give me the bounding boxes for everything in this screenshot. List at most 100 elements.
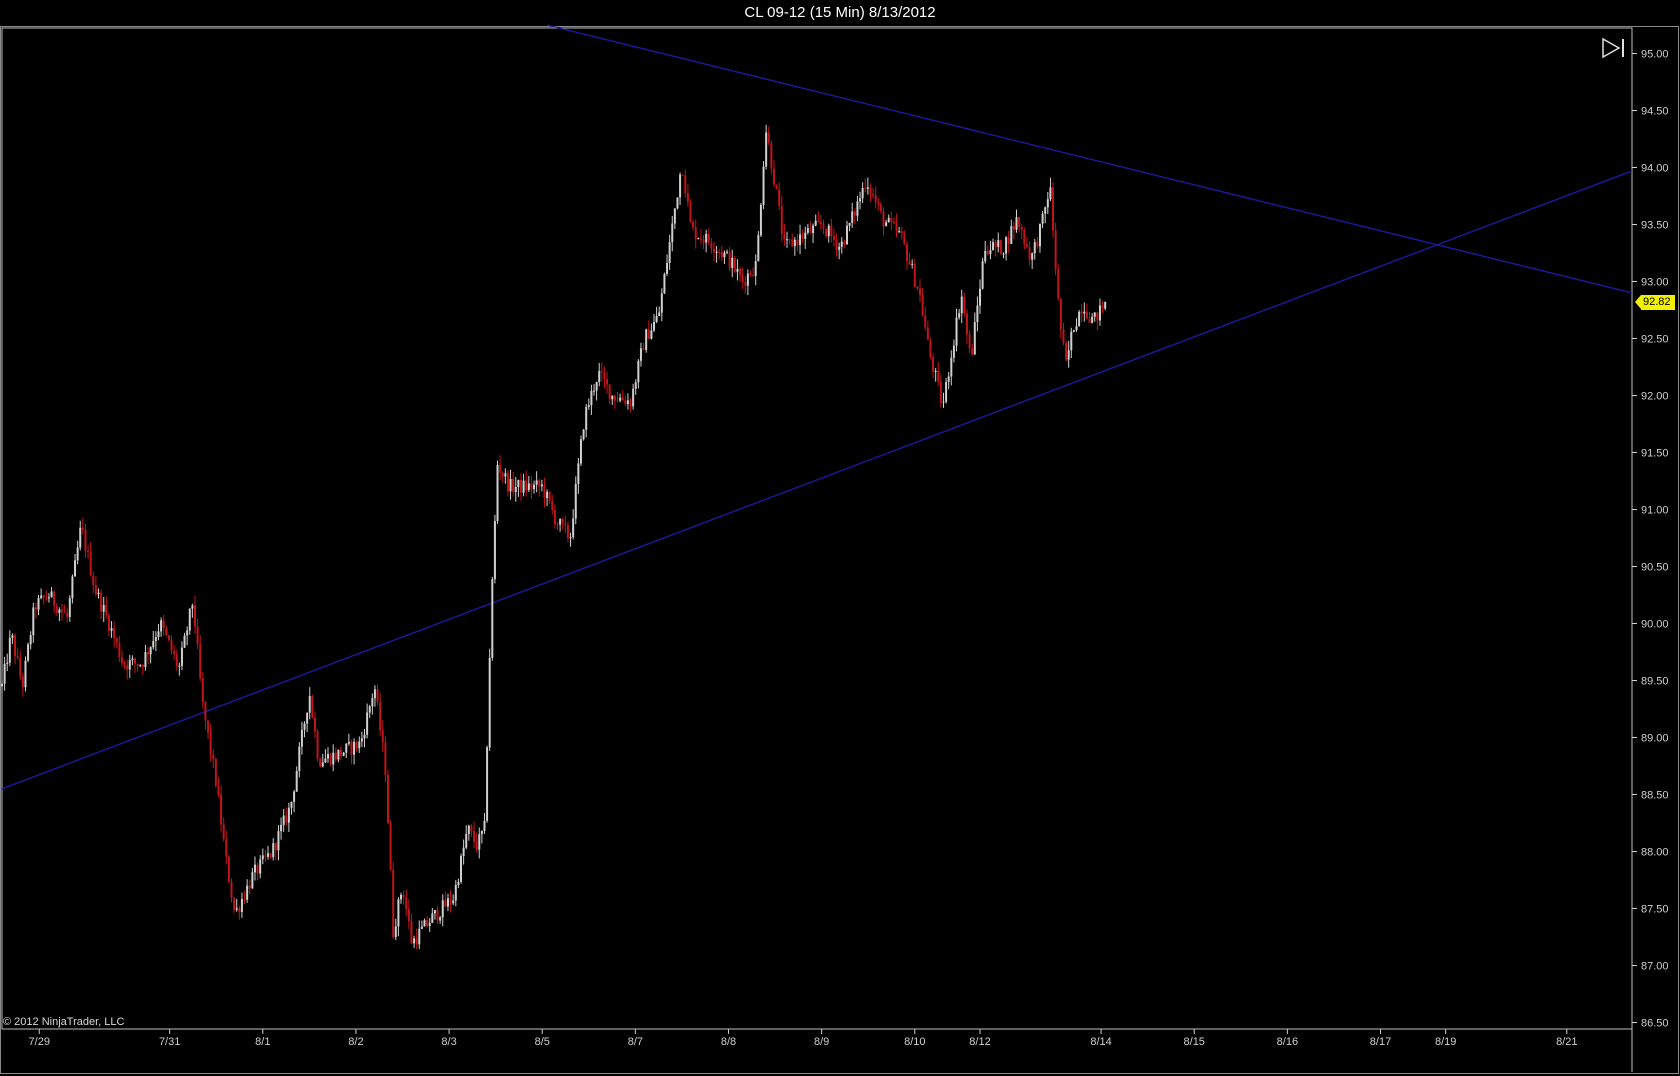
price-bar-body (976, 305, 979, 323)
price-bar (929, 337, 932, 360)
price-bar-body (679, 174, 682, 198)
price-bar-body (102, 605, 105, 612)
price-bar-body (934, 371, 937, 373)
price-bar-body (856, 201, 859, 216)
price-bar-body (329, 754, 332, 765)
price-bar-body (134, 658, 137, 664)
price-bar (658, 306, 661, 317)
scroll-to-end-button[interactable] (1600, 36, 1628, 60)
price-bar (752, 267, 755, 278)
price-bar-body (1067, 350, 1070, 360)
price-bar-body (765, 132, 768, 167)
price-bar (509, 469, 512, 500)
price-bar (1007, 231, 1010, 254)
resistance-trendline[interactable] (546, 24, 1633, 294)
price-bar-body (1023, 229, 1026, 245)
price-bar-body (663, 274, 666, 294)
price-bar (81, 517, 84, 535)
price-bar-body (131, 658, 134, 661)
price-bar (561, 517, 564, 530)
plot-border (1, 27, 1633, 1030)
x-tick-label: 8/5 (535, 1036, 550, 1048)
price-bar (240, 892, 243, 918)
price-bar (488, 648, 491, 752)
price-bar (908, 252, 911, 265)
price-bar (389, 820, 392, 871)
price-bar (994, 239, 997, 257)
price-bar (342, 751, 345, 757)
price-bar (1020, 223, 1023, 240)
price-bar (851, 202, 854, 228)
price-bar-body (825, 228, 828, 237)
price-bar (767, 126, 770, 146)
support-trendline[interactable] (1, 170, 1633, 790)
price-bar (311, 694, 314, 719)
price-bar-body (908, 261, 911, 265)
price-bar (543, 477, 546, 508)
price-bar-body (577, 463, 580, 484)
price-bar (666, 254, 669, 276)
price-bar (866, 177, 869, 195)
price-bar (418, 920, 421, 949)
price-bar-body (809, 228, 812, 234)
price-bar (40, 588, 43, 600)
price-bar-body (1038, 223, 1041, 247)
price-bar-body (911, 263, 914, 265)
price-bar (705, 229, 708, 253)
price-bar-body (204, 701, 207, 721)
price-bar (517, 479, 520, 497)
price-bar (141, 663, 144, 675)
price-bar (285, 807, 288, 827)
price-bar (76, 540, 79, 565)
price-bar-body (827, 225, 830, 237)
price-bar-body (149, 647, 152, 655)
price-bar (1025, 237, 1028, 249)
price-bar-body (1059, 298, 1062, 330)
price-bar-body (593, 390, 596, 392)
price-bar-body (444, 900, 447, 907)
price-bar (577, 457, 580, 494)
price-bar-body (611, 395, 614, 400)
price-bar-body (1015, 217, 1018, 230)
price-bar-body (997, 240, 1000, 247)
price-bar-body (986, 250, 989, 254)
price-bar (903, 230, 906, 246)
price-bar-body (6, 662, 9, 664)
trendlines[interactable] (1, 24, 1633, 790)
price-bar-body (287, 807, 290, 823)
price-bar-body (731, 257, 734, 268)
price-bar-body (27, 644, 30, 661)
price-bar-body (629, 400, 632, 407)
price-bar-body (407, 908, 410, 922)
price-bar (645, 328, 648, 353)
price-bar-body (655, 315, 658, 322)
price-bar-body (423, 920, 426, 927)
price-bar-body (926, 327, 929, 340)
price-bar-body (739, 268, 742, 276)
price-bar-body (488, 657, 491, 748)
price-bar (1038, 223, 1041, 253)
price-bar-body (311, 696, 314, 718)
price-bar (1, 680, 3, 693)
price-bar (1036, 236, 1039, 249)
price-bar (144, 644, 147, 671)
price-chart[interactable]: 95.00 94.50 94.00 93.50 93.00 92.50 92.00 91.50… (0, 0, 1680, 1076)
price-bar-body (999, 240, 1002, 254)
price-bar-body (45, 597, 48, 599)
price-bar (843, 239, 846, 249)
price-bar (825, 228, 828, 239)
price-bar-body (358, 741, 361, 749)
price-bar-body (864, 187, 867, 189)
price-bar (569, 532, 572, 547)
price-bar-body (960, 296, 963, 314)
price-bar (647, 320, 650, 339)
price-axis[interactable]: 95.00 94.50 94.00 93.50 93.00 92.50 92.00 91.50… (1632, 49, 1669, 1030)
price-bar (770, 140, 773, 174)
time-axis[interactable]: 7/29 7/31 8/1 8/2 8/3 8/5 8/7 8/8 8/9 8/10 8/12 8/1… (29, 1029, 1578, 1048)
price-bar (71, 574, 74, 604)
price-bar (368, 704, 371, 719)
price-bar-body (313, 717, 316, 732)
price-bar (60, 604, 63, 621)
price-bar (999, 239, 1002, 255)
price-bar-body (199, 644, 202, 679)
